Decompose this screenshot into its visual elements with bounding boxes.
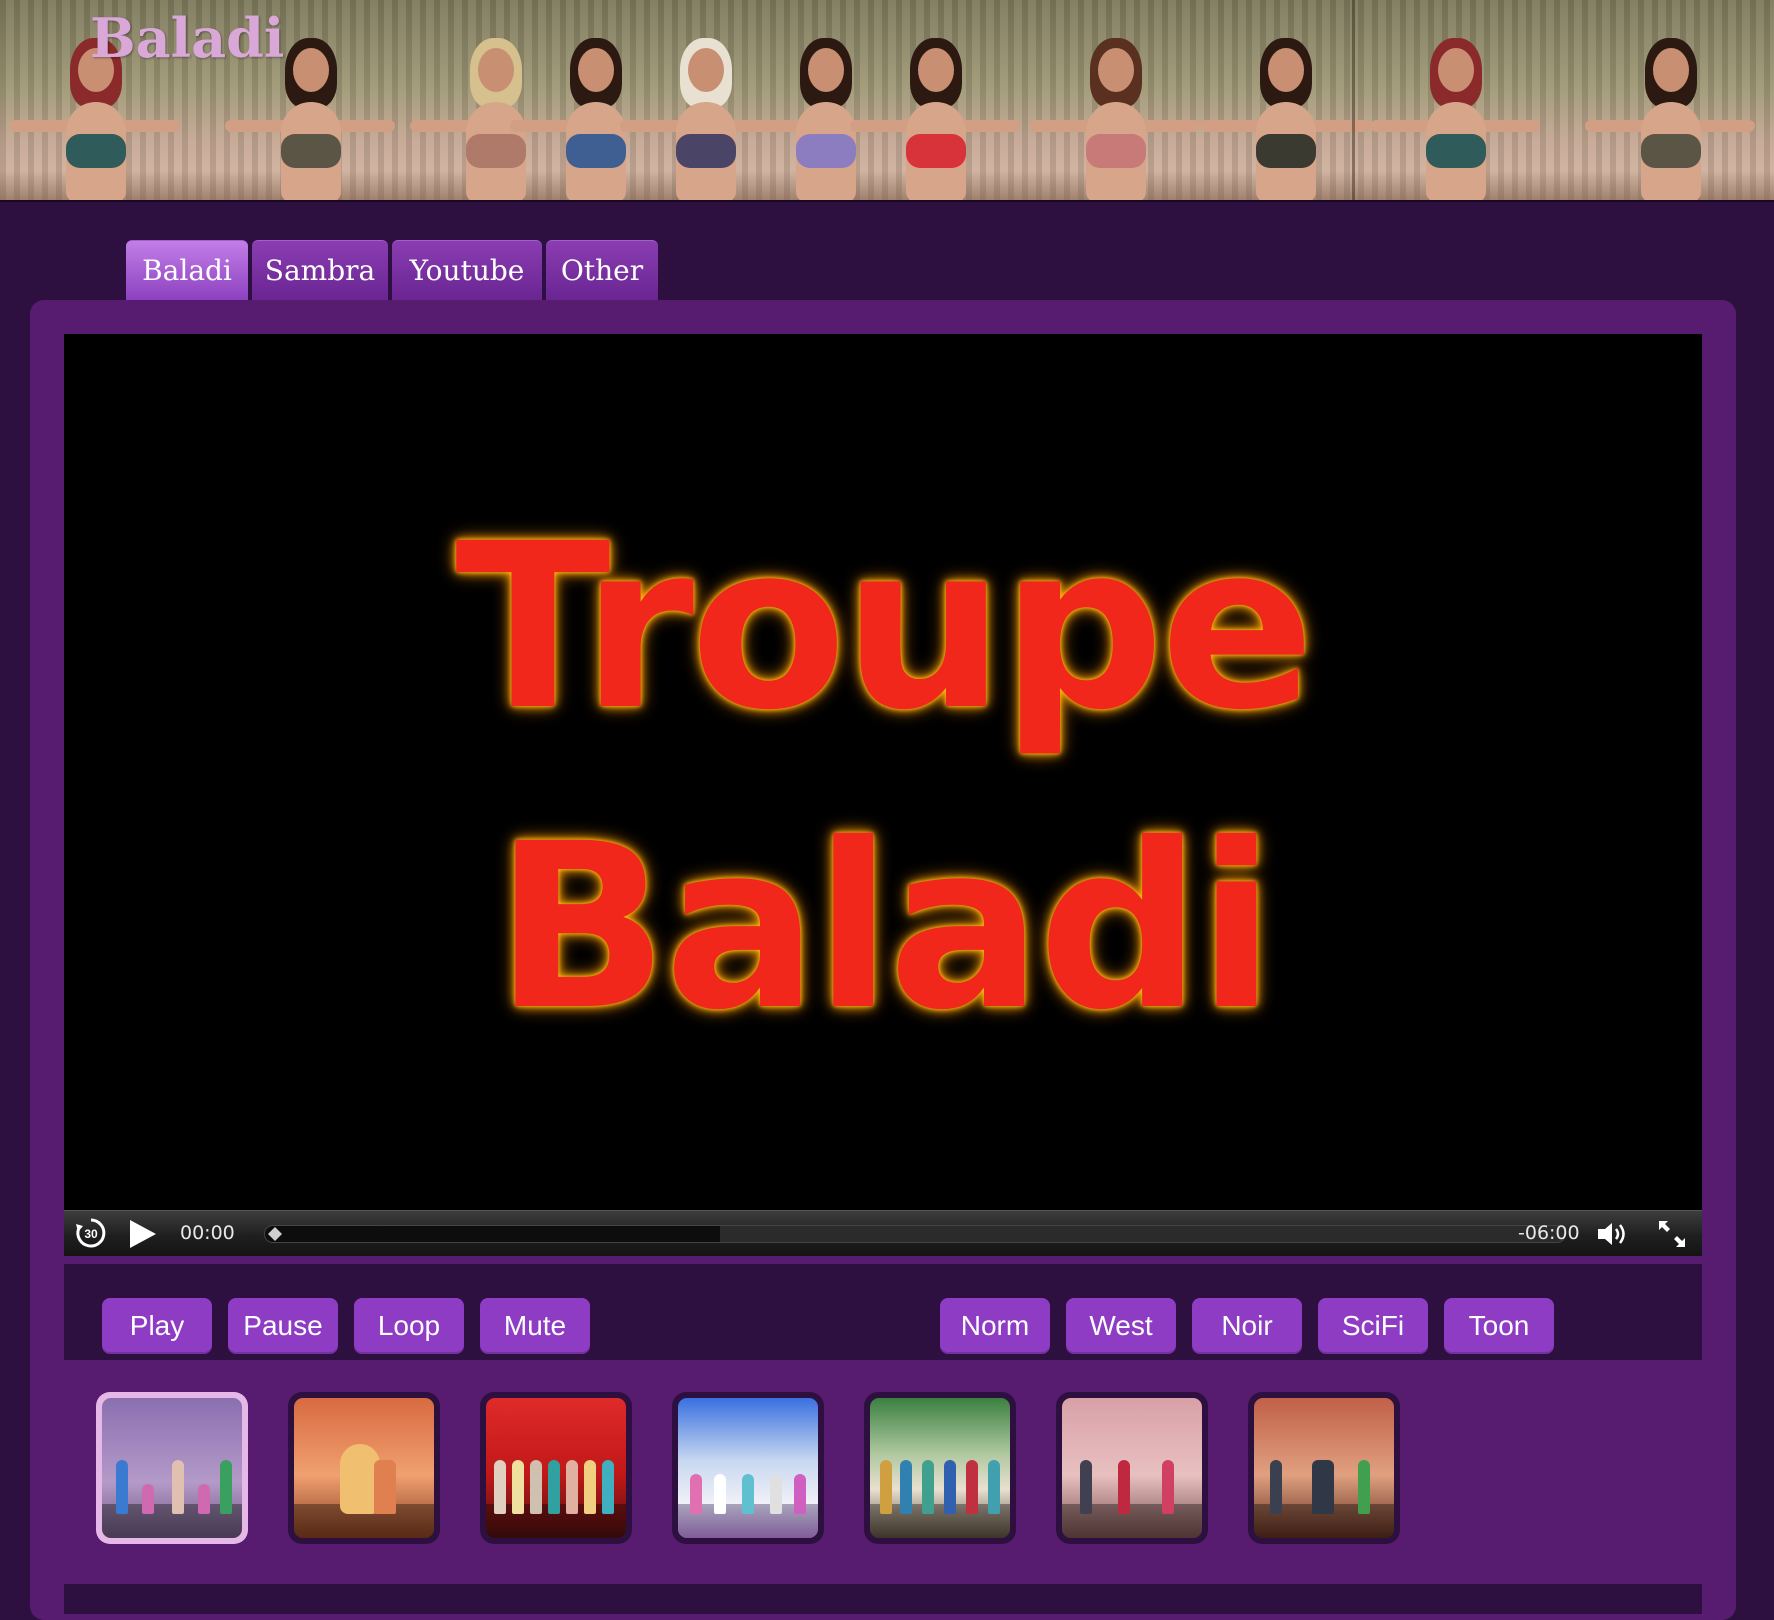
filter-toon-button[interactable]: Toon bbox=[1444, 1298, 1554, 1354]
progress-track[interactable] bbox=[264, 1225, 1566, 1243]
video-thumbnail[interactable] bbox=[96, 1392, 248, 1544]
video-player[interactable]: Troupe Baladi bbox=[64, 334, 1702, 1210]
elapsed-time: 00:00 bbox=[180, 1222, 235, 1244]
header-banner: Baladi bbox=[0, 0, 1774, 202]
skip-back-30-icon[interactable]: 30 bbox=[74, 1216, 108, 1250]
tab-baladi[interactable]: Baladi bbox=[126, 240, 248, 300]
bottom-strip bbox=[64, 1584, 1702, 1614]
video-thumbnail[interactable] bbox=[672, 1392, 824, 1544]
video-title-line-1: Troupe bbox=[455, 494, 1315, 760]
filter-noir-button[interactable]: Noir bbox=[1192, 1298, 1302, 1354]
remaining-time: -06:00 bbox=[1518, 1222, 1580, 1244]
video-thumbnail[interactable] bbox=[1248, 1392, 1400, 1544]
video-controls: 30 00:00 -06:00 bbox=[64, 1210, 1702, 1256]
site-title: Baladi bbox=[90, 6, 285, 70]
filter-norm-button[interactable]: Norm bbox=[940, 1298, 1050, 1354]
filter-west-button[interactable]: West bbox=[1066, 1298, 1176, 1354]
play-icon[interactable] bbox=[126, 1218, 158, 1250]
tab-sambra[interactable]: Sambra bbox=[252, 240, 388, 300]
tab-youtube[interactable]: Youtube bbox=[392, 240, 542, 300]
banner-dancer bbox=[850, 38, 1020, 200]
banner-seam bbox=[1352, 0, 1355, 200]
banner-dancer bbox=[1200, 38, 1370, 200]
video-thumbnail[interactable] bbox=[288, 1392, 440, 1544]
play-button[interactable]: Play bbox=[102, 1298, 212, 1354]
pause-button[interactable]: Pause bbox=[228, 1298, 338, 1354]
banner-dancer bbox=[1585, 38, 1755, 200]
video-title-line-2: Baladi bbox=[494, 794, 1275, 1060]
video-thumbnail[interactable] bbox=[864, 1392, 1016, 1544]
scrub-handle[interactable] bbox=[268, 1227, 282, 1241]
buffered-bar bbox=[265, 1226, 720, 1242]
volume-icon[interactable] bbox=[1596, 1219, 1628, 1249]
fullscreen-icon[interactable] bbox=[1656, 1218, 1688, 1250]
mute-button[interactable]: Mute bbox=[480, 1298, 590, 1354]
banner-dancer bbox=[1370, 38, 1540, 200]
video-thumbnail[interactable] bbox=[1056, 1392, 1208, 1544]
skip-back-seconds: 30 bbox=[84, 1227, 98, 1241]
tab-other[interactable]: Other bbox=[546, 240, 658, 300]
filter-scifi-button[interactable]: SciFi bbox=[1318, 1298, 1428, 1354]
banner-dancer bbox=[1030, 38, 1200, 200]
loop-button[interactable]: Loop bbox=[354, 1298, 464, 1354]
video-thumbnail[interactable] bbox=[480, 1392, 632, 1544]
